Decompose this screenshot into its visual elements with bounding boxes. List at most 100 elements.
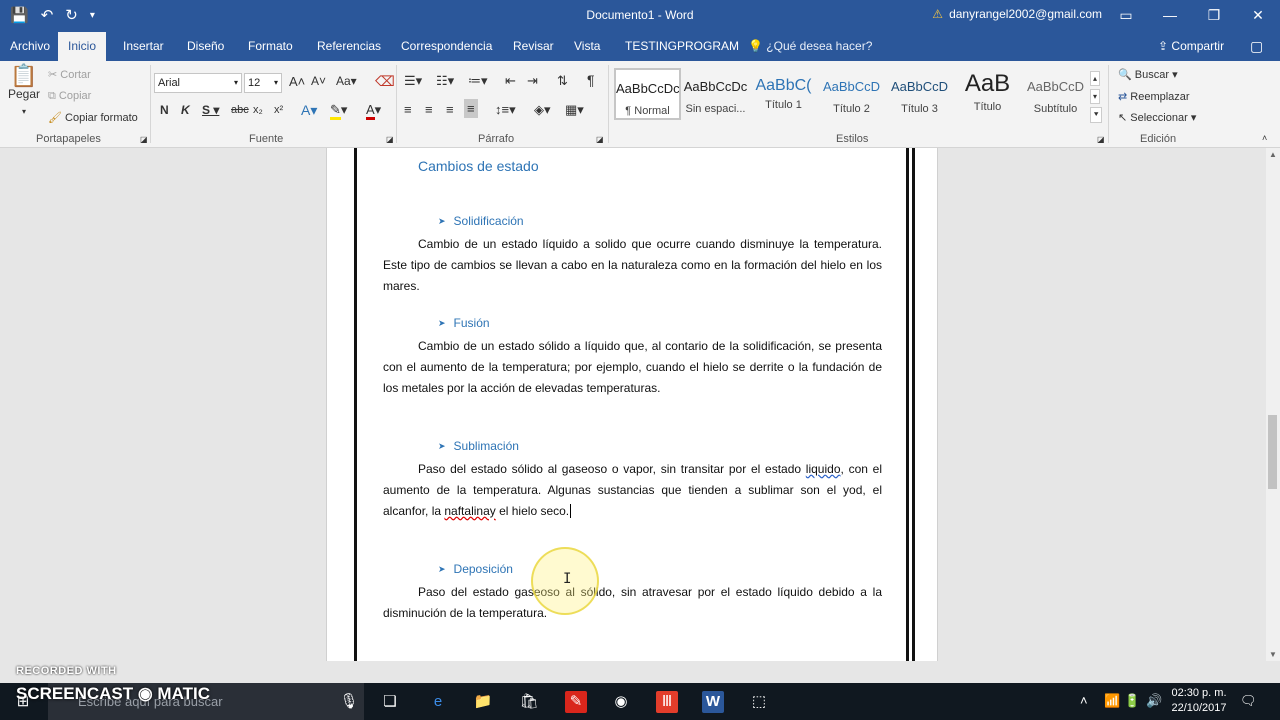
comments-icon[interactable]: ▢ — [1250, 32, 1263, 61]
replace-button[interactable]: ⇄ Reemplazar — [1118, 90, 1190, 103]
paragraph-launcher-icon[interactable]: ◪ — [596, 135, 604, 144]
section-heading[interactable]: ➤ Sublimación — [438, 439, 519, 453]
numbering-icon[interactable]: ☷▾ — [436, 73, 454, 89]
network-icon[interactable]: 📶 — [1104, 693, 1120, 709]
multilevel-list-icon[interactable]: ≔▾ — [468, 73, 488, 89]
scroll-down-icon[interactable]: ▼ — [1269, 650, 1277, 659]
styles-scroll-down-icon[interactable]: ▾ — [1090, 89, 1101, 104]
text-effects-icon[interactable]: A▾ — [301, 102, 317, 119]
clipboard-launcher-icon[interactable]: ◪ — [140, 135, 148, 144]
style-normal[interactable]: AaBbCcDc ¶ Normal — [614, 68, 681, 120]
borders-icon[interactable]: ▦▾ — [565, 102, 584, 118]
clear-formatting-icon[interactable]: ⌫ — [375, 73, 395, 90]
style-titulo[interactable]: AaB Título — [954, 68, 1021, 120]
tab-testingprogram[interactable]: TESTINGPROGRAM — [615, 32, 749, 61]
format-painter-button[interactable]: 🖌 Copiar formato — [48, 111, 138, 124]
font-name-select[interactable]: Arial ▾ — [154, 73, 242, 93]
sort-icon[interactable]: ⇅ — [557, 73, 568, 89]
decrease-indent-icon[interactable]: ⇤ — [505, 73, 516, 89]
chrome-icon[interactable]: ◉ — [610, 691, 632, 713]
tab-insertar[interactable]: Insertar — [113, 32, 174, 61]
grow-font-icon[interactable]: A˄ — [289, 74, 305, 89]
section-paragraph[interactable]: Cambio de un estado líquido a solido que… — [383, 234, 882, 296]
style-sin-espaciado[interactable]: AaBbCcDc Sin espaci... — [682, 68, 749, 120]
superscript-icon[interactable]: x² — [274, 104, 283, 116]
minimize-icon[interactable]: — — [1148, 0, 1192, 32]
file-explorer-icon[interactable]: 📁 — [472, 691, 494, 713]
scrollbar-thumb[interactable] — [1268, 415, 1277, 489]
tab-inicio[interactable]: Inicio — [58, 32, 107, 61]
section-heading[interactable]: ➤ Solidificación — [438, 214, 524, 228]
styles-more-icon[interactable]: ⯆ — [1090, 107, 1103, 123]
scroll-up-icon[interactable]: ▲ — [1269, 150, 1277, 159]
snipping-tool-icon[interactable]: ⬚ — [748, 691, 770, 713]
document-heading[interactable]: Cambios de estado — [418, 158, 539, 174]
tab-revisar[interactable]: Revisar — [503, 32, 564, 61]
line-spacing-icon[interactable]: ↕≡▾ — [495, 102, 516, 118]
select-button[interactable]: ↖ Seleccionar ▾ — [1118, 111, 1196, 124]
ribbon-display-icon[interactable]: ▭ — [1104, 0, 1148, 32]
bullets-icon[interactable]: ☰▾ — [404, 73, 422, 89]
font-size-select[interactable]: 12 ▾ — [244, 73, 282, 93]
strikethrough-icon[interactable]: abc — [231, 104, 249, 116]
vertical-scrollbar[interactable]: ▲ ▼ — [1266, 148, 1280, 661]
tab-formato[interactable]: Formato — [238, 32, 303, 61]
align-left-icon[interactable]: ≡ — [404, 102, 412, 117]
change-case-icon[interactable]: Aa▾ — [336, 74, 357, 88]
tab-vista[interactable]: Vista — [564, 32, 610, 61]
bold-icon[interactable]: N — [160, 103, 169, 117]
action-center-icon[interactable]: 🗨 — [1240, 693, 1257, 709]
tray-chevron-icon[interactable]: ˄ — [1080, 693, 1088, 708]
cut-button[interactable]: ✂ Cortar — [48, 68, 91, 81]
section-paragraph[interactable]: Paso del estado gaseoso al sólido, sin a… — [383, 582, 882, 624]
font-launcher-icon[interactable]: ◪ — [386, 135, 394, 144]
align-right-icon[interactable]: ≡ — [446, 102, 454, 117]
styles-launcher-icon[interactable]: ◪ — [1097, 135, 1105, 144]
style-subtitulo[interactable]: AaBbCcD Subtítulo — [1022, 68, 1089, 120]
italic-icon[interactable]: K — [181, 103, 190, 117]
account-area[interactable]: ⚠ danyrangel2002@gmail.com — [932, 7, 1102, 21]
section-paragraph[interactable]: Cambio de un estado sólido a líquido que… — [383, 336, 882, 398]
increase-indent-icon[interactable]: ⇥ — [527, 73, 538, 89]
font-color-icon[interactable]: A▾ — [366, 102, 381, 120]
underline-icon[interactable]: S ▾ — [202, 103, 219, 117]
battery-icon[interactable]: 🔋 — [1124, 693, 1140, 709]
word-icon[interactable]: W — [702, 691, 724, 713]
section-heading[interactable]: ➤ Fusión — [438, 316, 490, 330]
copy-button[interactable]: ⧉ Copiar — [48, 90, 91, 103]
microphone-icon[interactable]: 🎙 — [338, 691, 360, 713]
align-center-icon[interactable]: ≡ — [425, 102, 433, 117]
tell-me-box[interactable]: 💡 ¿Qué desea hacer? — [748, 32, 872, 61]
text-caret — [570, 503, 572, 518]
style-titulo-2[interactable]: AaBbCcD Título 2 — [818, 68, 885, 120]
shrink-font-icon[interactable]: A˅ — [311, 74, 326, 88]
subscript-icon[interactable]: x₂ — [253, 104, 263, 116]
share-button[interactable]: ⇪ Compartir — [1158, 32, 1224, 61]
show-marks-icon[interactable]: ¶ — [587, 72, 595, 88]
section-paragraph[interactable]: Paso del estado sólido al gaseoso o vapo… — [383, 459, 882, 521]
find-button[interactable]: 🔍 Buscar ▾ — [1118, 68, 1178, 81]
store-icon[interactable]: 🛍 — [518, 691, 540, 713]
taskbar-clock[interactable]: 02:30 p. m. 22/10/2017 — [1166, 686, 1232, 716]
section-heading[interactable]: ➤ Deposición — [438, 562, 513, 576]
task-view-icon[interactable]: ❏ — [379, 691, 401, 713]
paste-button[interactable]: 📋 Pegar ▾ — [8, 65, 40, 121]
app-bars-icon[interactable]: Ⅲ — [656, 691, 678, 713]
style-titulo-3[interactable]: AaBbCcD Título 3 — [886, 68, 953, 120]
collapse-ribbon-icon[interactable]: ˄ — [1262, 133, 1267, 143]
maximize-icon[interactable]: ❐ — [1192, 0, 1236, 32]
styles-scroll-up-icon[interactable]: ▴ — [1090, 71, 1101, 86]
shading-icon[interactable]: ◈▾ — [534, 102, 551, 118]
app-red-icon[interactable]: ✎ — [565, 691, 587, 713]
tab-referencias[interactable]: Referencias — [307, 32, 391, 61]
close-icon[interactable]: ✕ — [1236, 0, 1280, 32]
tab-diseno[interactable]: Diseño — [177, 32, 234, 61]
tab-archivo[interactable]: Archivo — [0, 32, 60, 61]
volume-icon[interactable]: 🔊 — [1146, 693, 1162, 709]
justify-icon[interactable]: ≡ — [464, 99, 478, 118]
styles-group-label: Estilos — [836, 133, 869, 145]
highlight-icon[interactable]: ✎▾ — [330, 102, 347, 120]
tab-correspondencia[interactable]: Correspondencia — [391, 32, 502, 61]
edge-icon[interactable]: e — [427, 691, 449, 713]
style-titulo-1[interactable]: AaBbC( Título 1 — [750, 68, 817, 120]
